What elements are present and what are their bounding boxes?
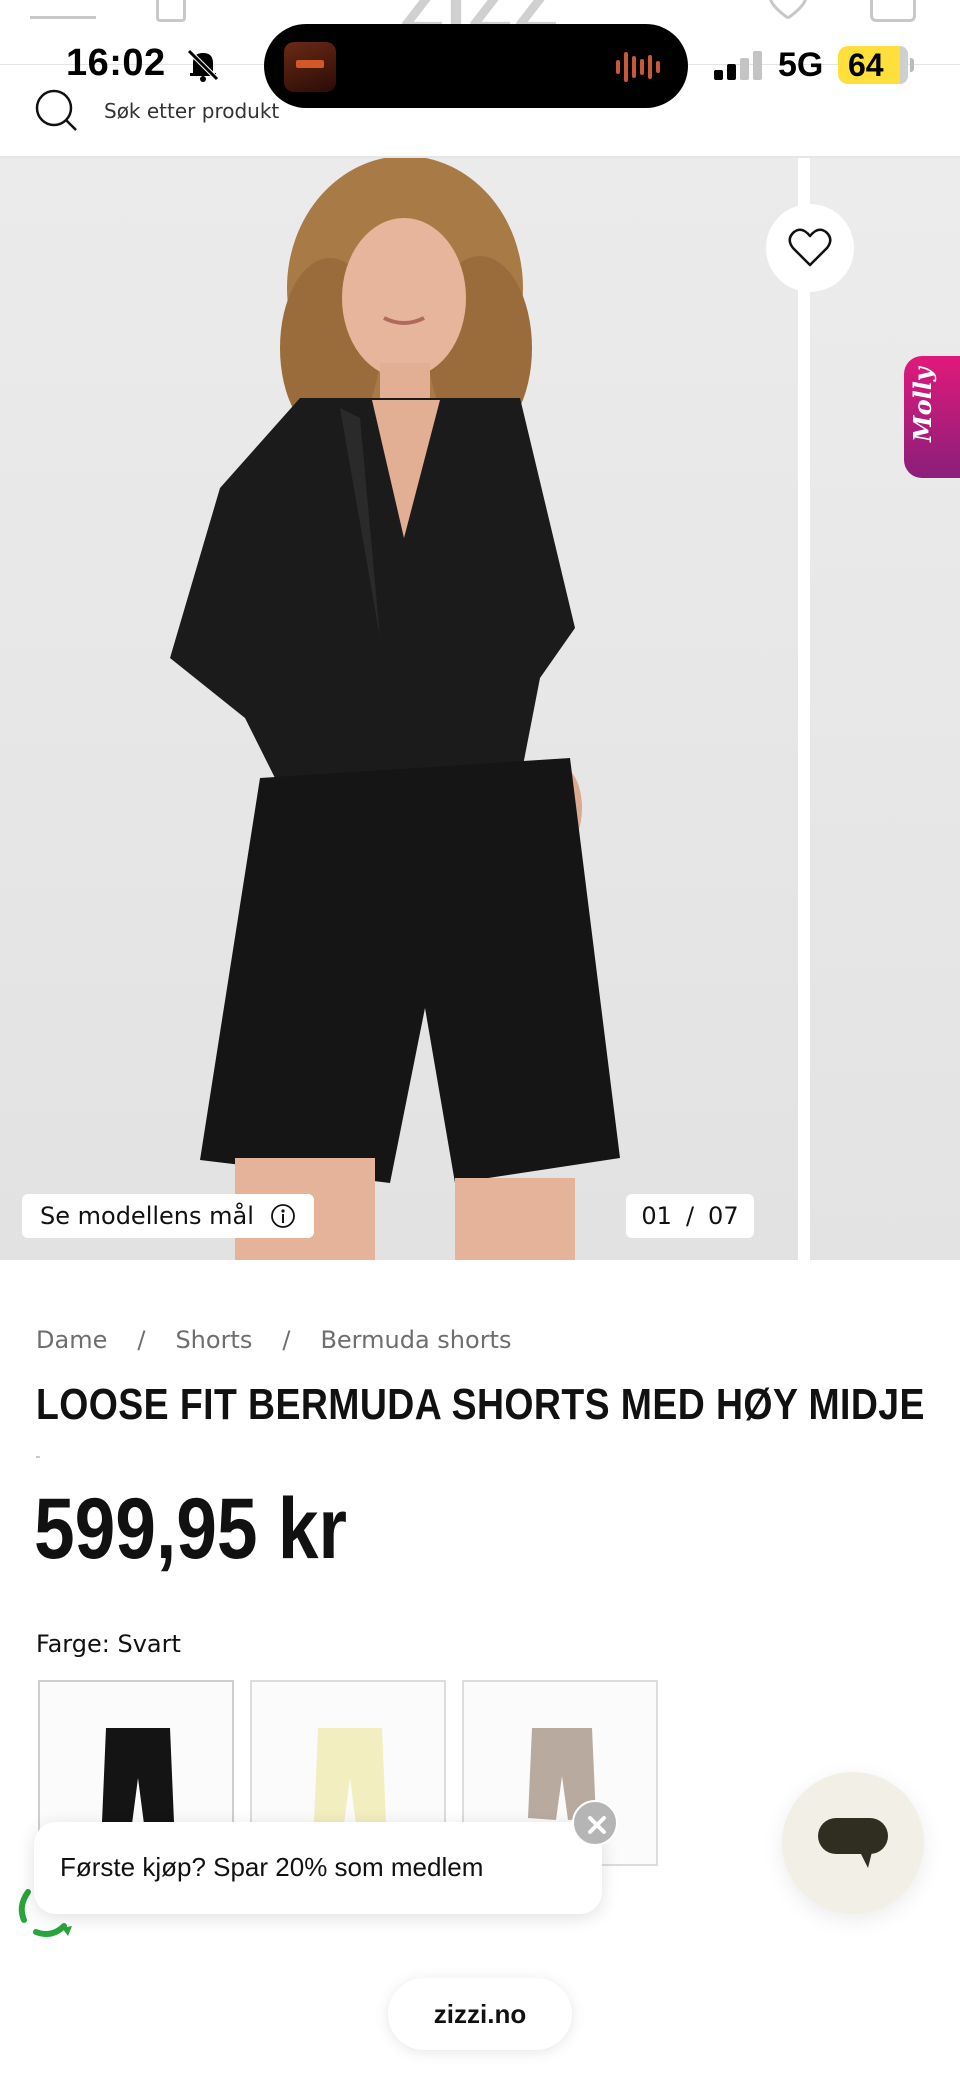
- product-photo: [170, 158, 620, 1260]
- info-icon: [270, 1204, 295, 1228]
- wishlist-button[interactable]: [766, 204, 854, 292]
- header-heart-icon[interactable]: [766, 0, 810, 22]
- product-price: 599,95 kr: [34, 1481, 347, 1577]
- side-tab-label: Molly: [908, 367, 937, 442]
- account-icon[interactable]: [156, 0, 186, 22]
- breadcrumb-separator: /: [282, 1326, 291, 1354]
- breadcrumb-item-bermuda-shorts[interactable]: Bermuda shorts: [320, 1326, 511, 1354]
- product-title: LOOSE FIT BERMUDA SHORTS MED HØY MIDJE: [36, 1380, 925, 1429]
- search-icon[interactable]: [34, 88, 78, 132]
- assistant-side-tab[interactable]: Molly: [904, 356, 960, 478]
- membership-promo-toast[interactable]: Første kjøp? Spar 20% som medlem: [34, 1822, 602, 1914]
- battery-indicator: 64: [838, 46, 908, 84]
- slide-counter-separator: /: [685, 1202, 695, 1230]
- slide-current: 01: [641, 1202, 672, 1230]
- chat-button[interactable]: [782, 1772, 924, 1914]
- breadcrumb-item-dame[interactable]: Dame: [36, 1326, 107, 1354]
- gallery-slide-1[interactable]: [0, 158, 798, 1260]
- cart-icon[interactable]: [870, 0, 916, 22]
- battery-level: 64: [848, 47, 884, 83]
- breadcrumb: Dame / Shorts / Bermuda shorts: [36, 1326, 511, 1354]
- divider-mark: [36, 1456, 40, 1458]
- breadcrumb-item-shorts[interactable]: Shorts: [175, 1326, 252, 1354]
- gallery-slide-2-peek[interactable]: [810, 158, 960, 1260]
- slide-total: 07: [708, 1202, 739, 1230]
- network-type: 5G: [778, 46, 824, 84]
- color-label: Farge: Svart: [36, 1630, 181, 1658]
- status-time: 16:02: [66, 42, 166, 84]
- model-measurements-label: Se modellens mål: [40, 1202, 254, 1230]
- menu-icon[interactable]: [30, 16, 96, 19]
- audio-wave-icon: [616, 52, 660, 82]
- chat-icon: [818, 1818, 888, 1868]
- swatch-image-black: [102, 1728, 174, 1824]
- address-bar[interactable]: zizzi.no: [388, 1978, 572, 2050]
- heart-icon: [788, 228, 832, 267]
- promo-close-button[interactable]: [572, 1800, 618, 1846]
- swatch-image-light-yellow: [314, 1728, 386, 1824]
- signal-icon: [714, 51, 762, 80]
- battery-nub: [910, 58, 914, 72]
- bell-slash-icon: [187, 49, 219, 82]
- close-icon: [588, 1816, 606, 1834]
- slide-counter: 01 / 07: [626, 1194, 754, 1238]
- search-input[interactable]: [104, 94, 604, 128]
- promo-text: Første kjøp? Spar 20% som medlem: [60, 1852, 484, 1882]
- model-measurements-button[interactable]: Se modellens mål: [22, 1194, 314, 1238]
- breadcrumb-separator: /: [137, 1326, 146, 1354]
- product-gallery[interactable]: Molly Se modellens mål 01 / 07: [0, 158, 960, 1260]
- now-playing-artwork: [284, 42, 336, 92]
- header: ZIZZI 16:02 5G 64: [0, 0, 960, 158]
